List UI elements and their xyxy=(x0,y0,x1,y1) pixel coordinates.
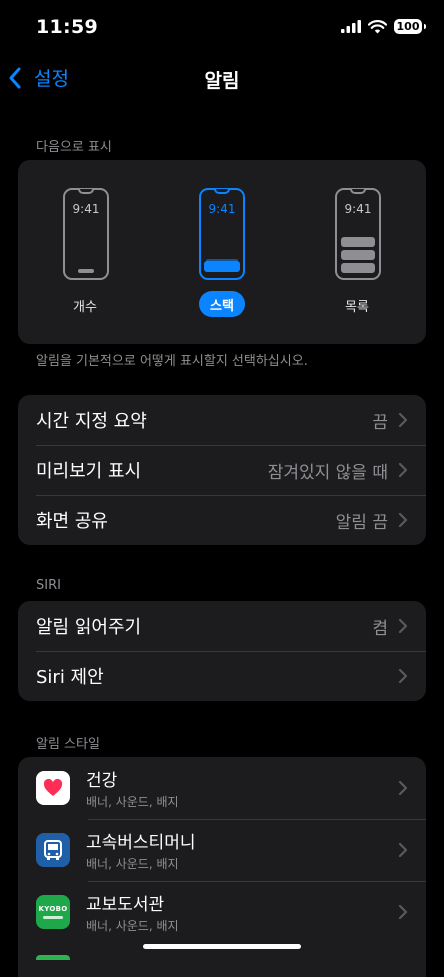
app-notification-detail: 배너, 사운드, 배지 xyxy=(86,857,179,871)
row-siri-suggestions[interactable]: Siri 제안 xyxy=(18,651,426,701)
battery-level: 100 xyxy=(396,20,420,33)
option-stack-label: 스택 xyxy=(199,291,245,317)
row-label: 화면 공유 xyxy=(36,511,108,532)
chevron-right-icon xyxy=(398,412,408,428)
cellular-signal-icon xyxy=(341,20,361,33)
kyobo-logo-text: KYOBO xyxy=(38,905,68,913)
home-indicator[interactable] xyxy=(143,944,301,949)
row-label: Siri 제안 xyxy=(36,667,104,688)
chevron-right-icon xyxy=(398,512,408,528)
chevron-left-icon xyxy=(9,67,21,88)
option-time: 9:41 xyxy=(344,202,372,216)
option-count-label: 개수 xyxy=(73,300,97,315)
battery-icon: 100 xyxy=(394,19,426,34)
kyobo-library-icon: KYOBO xyxy=(36,895,70,929)
app-row-kyobo-library[interactable]: KYOBO 교보도서관 배너, 사운드, 배지 xyxy=(18,881,426,943)
app-notification-detail: 배너, 사운드, 배지 xyxy=(86,795,179,809)
chevron-right-icon xyxy=(398,780,408,796)
wifi-icon xyxy=(368,19,387,33)
chevron-right-icon xyxy=(398,842,408,858)
chevron-right-icon xyxy=(398,618,408,634)
health-heart-icon xyxy=(36,771,70,805)
app-row-health[interactable]: 건강 배너, 사운드, 배지 xyxy=(18,757,426,819)
row-label: 미리보기 표시 xyxy=(36,461,142,482)
status-icons: 100 xyxy=(341,19,426,34)
app-row-bus-tmoney[interactable]: 고속버스티머니 배너, 사운드, 배지 xyxy=(18,819,426,881)
row-value: 알림 끔 xyxy=(335,512,388,533)
general-settings-group: 시간 지정 요약 끔 미리보기 표시 잠겨있지 않을 때 화면 공유 알림 끔 xyxy=(18,395,426,545)
display-as-footer: 알림을 기본적으로 어떻게 표시할지 선택하십시오. xyxy=(36,354,308,369)
row-value: 끔 xyxy=(372,412,388,433)
row-label: 알림 읽어주기 xyxy=(36,617,142,638)
phone-count-icon: 9:41 xyxy=(63,188,109,280)
app-name: 교보도서관 xyxy=(86,895,165,915)
row-scheduled-summary[interactable]: 시간 지정 요약 끔 xyxy=(18,395,426,445)
chevron-right-icon xyxy=(398,668,408,684)
app-name: 고속버스티머니 xyxy=(86,833,196,853)
back-label: 설정 xyxy=(34,68,69,90)
app-name: 건강 xyxy=(86,771,118,791)
option-list-label: 목록 xyxy=(345,300,369,315)
status-time: 11:59 xyxy=(36,16,98,38)
row-show-previews[interactable]: 미리보기 표시 잠겨있지 않을 때 xyxy=(18,445,426,495)
siri-settings-group: 알림 읽어주기 켬 Siri 제안 xyxy=(18,601,426,701)
chevron-right-icon xyxy=(398,904,408,920)
phone-list-icon: 9:41 xyxy=(335,188,381,280)
chevron-right-icon xyxy=(398,462,408,478)
display-style-picker: 9:41 개수 9:41 스택 9:41 목록 xyxy=(18,160,426,344)
siri-header: SIRI xyxy=(36,578,61,593)
row-label: 시간 지정 요약 xyxy=(36,411,147,432)
option-time: 9:41 xyxy=(208,202,236,216)
phone-stack-icon: 9:41 xyxy=(199,188,245,280)
notification-style-header: 알림 스타일 xyxy=(36,737,100,752)
row-value: 잠겨있지 않을 때 xyxy=(267,462,388,483)
row-announce-notifications[interactable]: 알림 읽어주기 켬 xyxy=(18,601,426,651)
app-notification-detail: 배너, 사운드, 배지 xyxy=(86,919,179,933)
display-as-header: 다음으로 표시 xyxy=(36,140,112,155)
bus-icon xyxy=(36,833,70,867)
option-time: 9:41 xyxy=(72,202,100,216)
row-value: 켬 xyxy=(372,618,388,639)
back-button[interactable]: 설정 xyxy=(8,64,69,91)
row-screen-sharing[interactable]: 화면 공유 알림 끔 xyxy=(18,495,426,545)
next-app-icon-partial xyxy=(36,955,70,960)
